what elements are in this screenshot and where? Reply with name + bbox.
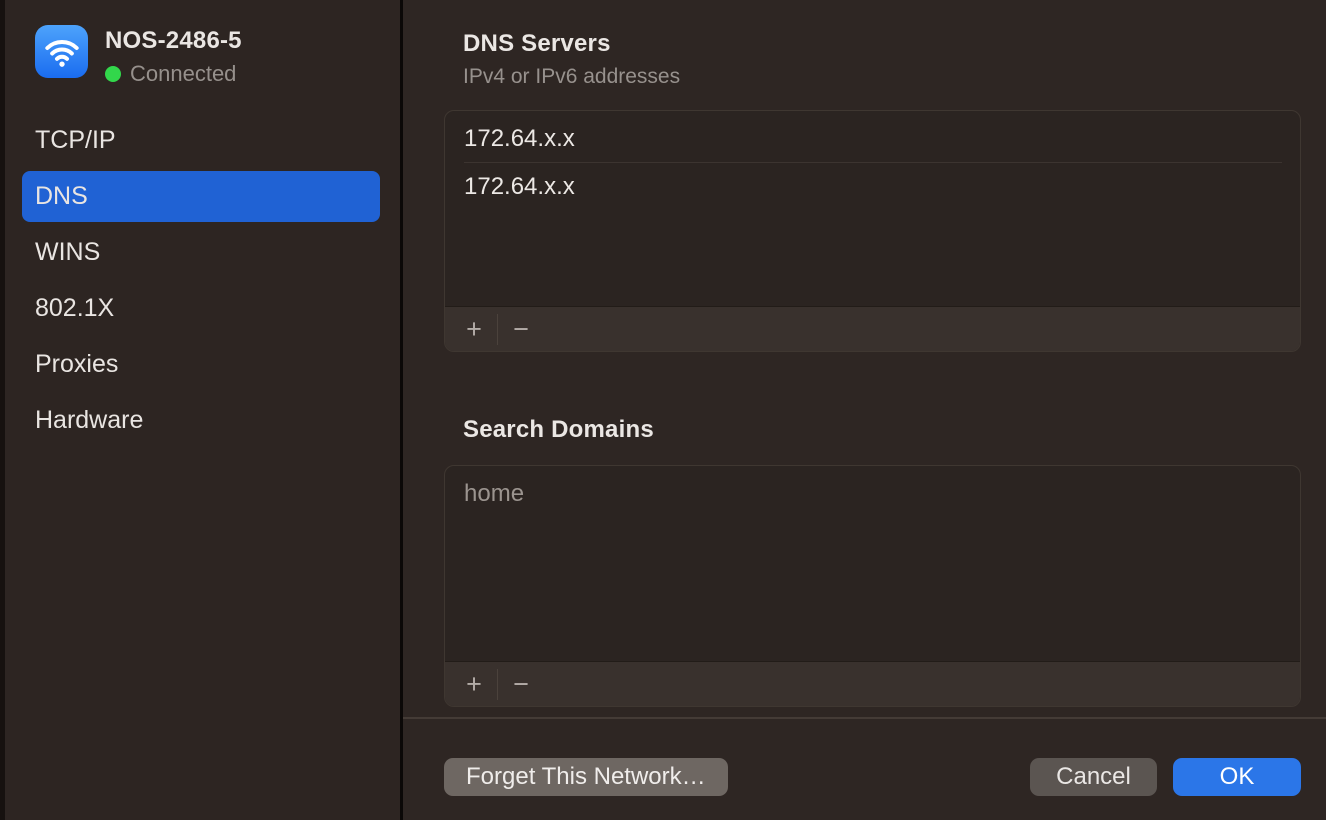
sidebar-item-dns[interactable]: DNS (22, 171, 380, 222)
network-header: NOS-2486-5 Connected (0, 0, 400, 87)
network-status-text: Connected (130, 61, 236, 87)
search-domains-title: Search Domains (463, 416, 1301, 444)
dns-servers-title: DNS Servers (463, 30, 1301, 58)
section-gap (444, 352, 1301, 416)
sidebar-item-hardware[interactable]: Hardware (22, 395, 380, 446)
search-domain-row[interactable]: home (445, 473, 1300, 514)
sidebar-item-wins[interactable]: WINS (22, 227, 380, 278)
domain-remove-button[interactable]: − (505, 662, 537, 707)
main-panel: DNS Servers IPv4 or IPv6 addresses 172.6… (403, 0, 1326, 820)
network-details-window: NOS-2486-5 Connected TCP/IP DNS WINS 802.1X… (0, 0, 1326, 820)
network-status: Connected (105, 61, 242, 87)
search-domains-list-footer: + − (445, 661, 1300, 706)
sidebar-item-label: Hardware (35, 406, 143, 435)
wifi-icon (35, 25, 88, 78)
connected-status-dot-icon (105, 66, 121, 82)
sidebar-item-label: 802.1X (35, 294, 114, 323)
sidebar-item-8021x[interactable]: 802.1X (22, 283, 380, 334)
footer-bar: Forget This Network… Cancel OK (403, 719, 1326, 820)
search-domains-section: Search Domains home + − (444, 416, 1301, 707)
sidebar-item-tcpip[interactable]: TCP/IP (22, 115, 380, 166)
sidebar-item-label: WINS (35, 238, 100, 267)
dns-servers-subtitle: IPv4 or IPv6 addresses (463, 65, 1301, 89)
sidebar-item-label: Proxies (35, 350, 118, 379)
plus-minus-divider (497, 669, 498, 700)
sidebar: NOS-2486-5 Connected TCP/IP DNS WINS 802.1X… (0, 0, 403, 820)
dns-servers-rows: 172.64.x.x 172.64.x.x (445, 111, 1300, 306)
forget-network-button[interactable]: Forget This Network… (444, 758, 728, 796)
content: DNS Servers IPv4 or IPv6 addresses 172.6… (403, 0, 1326, 717)
search-domains-listbox: home + − (444, 465, 1301, 707)
dns-remove-button[interactable]: − (505, 307, 537, 352)
sidebar-item-proxies[interactable]: Proxies (22, 339, 380, 390)
plus-minus-divider (497, 314, 498, 345)
ok-button[interactable]: OK (1173, 758, 1301, 796)
dns-server-row[interactable]: 172.64.x.x (445, 166, 1300, 207)
domain-add-button[interactable]: + (458, 662, 490, 707)
network-meta: NOS-2486-5 Connected (105, 25, 242, 87)
sidebar-nav: TCP/IP DNS WINS 802.1X Proxies Hardware (0, 115, 400, 446)
row-separator (464, 162, 1282, 163)
dns-add-button[interactable]: + (458, 307, 490, 352)
sidebar-item-label: TCP/IP (35, 126, 116, 155)
dns-servers-listbox: 172.64.x.x 172.64.x.x + − (444, 110, 1301, 352)
dns-servers-section: DNS Servers IPv4 or IPv6 addresses 172.6… (444, 30, 1301, 352)
dns-server-row[interactable]: 172.64.x.x (445, 118, 1300, 159)
network-name: NOS-2486-5 (105, 27, 242, 55)
search-domains-rows: home (445, 466, 1300, 661)
cancel-button[interactable]: Cancel (1030, 758, 1157, 796)
sidebar-item-label: DNS (35, 182, 88, 211)
dns-servers-list-footer: + − (445, 306, 1300, 351)
